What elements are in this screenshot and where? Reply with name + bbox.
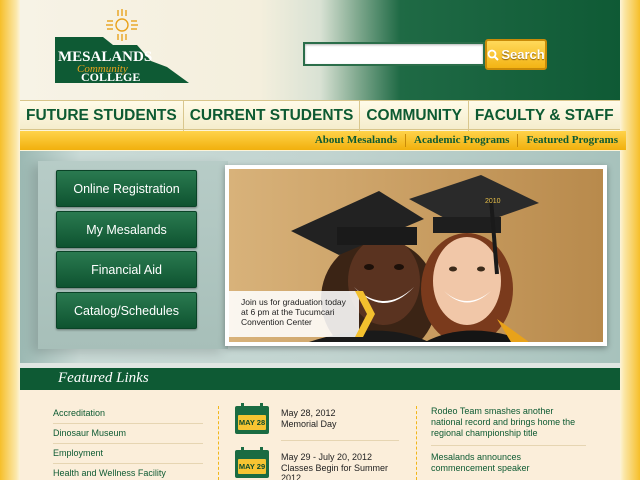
link-dinosaur-museum[interactable]: Dinosaur Museum: [53, 424, 203, 444]
logo-mesa-icon: MESALANDS Community COLLEGE: [55, 9, 189, 84]
svg-text:COLLEGE: COLLEGE: [81, 70, 140, 84]
event-title[interactable]: Memorial Day: [281, 419, 337, 429]
magnifier-icon: [487, 49, 500, 61]
column-divider: [416, 406, 417, 480]
nav-faculty-staff[interactable]: FACULTY & STAFF: [469, 101, 620, 131]
subnav-about[interactable]: About Mesalands: [307, 134, 405, 147]
event-title[interactable]: Classes Begin for Summer 2012: [281, 463, 400, 480]
calendar-badge: MAY 28: [238, 415, 266, 430]
column-divider: [218, 406, 219, 480]
featured-links-band: Featured Links: [20, 368, 620, 390]
main-navigation: FUTURE STUDENTS CURRENT STUDENTS COMMUNI…: [20, 100, 620, 131]
search-input[interactable]: [303, 42, 485, 66]
link-health-wellness[interactable]: Health and Wellness Facility: [53, 464, 203, 480]
my-mesalands-button[interactable]: My Mesalands: [56, 211, 197, 248]
catalog-schedules-button[interactable]: Catalog/Schedules: [56, 292, 197, 329]
events-list: MAY 28 May 28, 2012 Memorial Day MAY 29 …: [235, 403, 400, 480]
college-logo[interactable]: MESALANDS Community COLLEGE: [55, 5, 190, 85]
calendar-icon: MAY 29: [235, 447, 269, 478]
search-button[interactable]: Search: [485, 39, 547, 70]
featured-content: Accreditation Dinosaur Museum Employment…: [20, 390, 620, 480]
link-employment[interactable]: Employment: [53, 444, 203, 464]
subnav-academic-programs[interactable]: Academic Programs: [405, 134, 517, 147]
news-item[interactable]: Rodeo Team smashes another national reco…: [431, 406, 586, 446]
event-date: May 28, 2012: [281, 408, 336, 418]
page: MESALANDS Community COLLEGE Search FUTUR…: [20, 0, 626, 480]
nav-future-students[interactable]: FUTURE STUDENTS: [20, 101, 184, 131]
calendar-icon: MAY 28: [235, 403, 269, 434]
graduates-photo[interactable]: 2010 Join us for graduation today at 6 p…: [229, 169, 603, 342]
caption-arrow-icon[interactable]: [355, 291, 375, 337]
nav-current-students[interactable]: CURRENT STUDENTS: [184, 101, 361, 131]
site-header: MESALANDS Community COLLEGE Search: [20, 0, 620, 100]
financial-aid-button[interactable]: Financial Aid: [56, 251, 197, 288]
search-button-label: Search: [501, 47, 545, 62]
featured-links-list: Accreditation Dinosaur Museum Employment…: [53, 404, 203, 480]
quick-links-panel: Online Registration My Mesalands Financi…: [38, 161, 228, 349]
news-list: Rodeo Team smashes another national reco…: [431, 406, 586, 480]
event-item: MAY 29 May 29 - July 20, 2012 Classes Be…: [235, 447, 400, 480]
feature-photo-frame: 2010 Join us for graduation today at 6 p…: [225, 165, 607, 346]
feature-caption: Join us for graduation today at 6 pm at …: [229, 291, 359, 337]
event-date: May 29 - July 20, 2012: [281, 452, 373, 462]
subnav-featured-programs[interactable]: Featured Programs: [517, 134, 626, 147]
calendar-badge: MAY 29: [238, 459, 266, 474]
nav-community[interactable]: COMMUNITY: [360, 101, 469, 131]
cap-tassel-text: 2010: [485, 198, 501, 205]
featured-links-title: Featured Links: [58, 370, 149, 386]
sub-navigation: About Mesalands Academic Programs Featur…: [20, 131, 626, 150]
event-item: MAY 28 May 28, 2012 Memorial Day: [235, 403, 400, 450]
feature-area: Online Registration My Mesalands Financi…: [20, 151, 620, 363]
online-registration-button[interactable]: Online Registration: [56, 170, 197, 207]
news-item[interactable]: Mesalands announces commencement speaker: [431, 452, 586, 480]
link-accreditation[interactable]: Accreditation: [53, 404, 203, 424]
